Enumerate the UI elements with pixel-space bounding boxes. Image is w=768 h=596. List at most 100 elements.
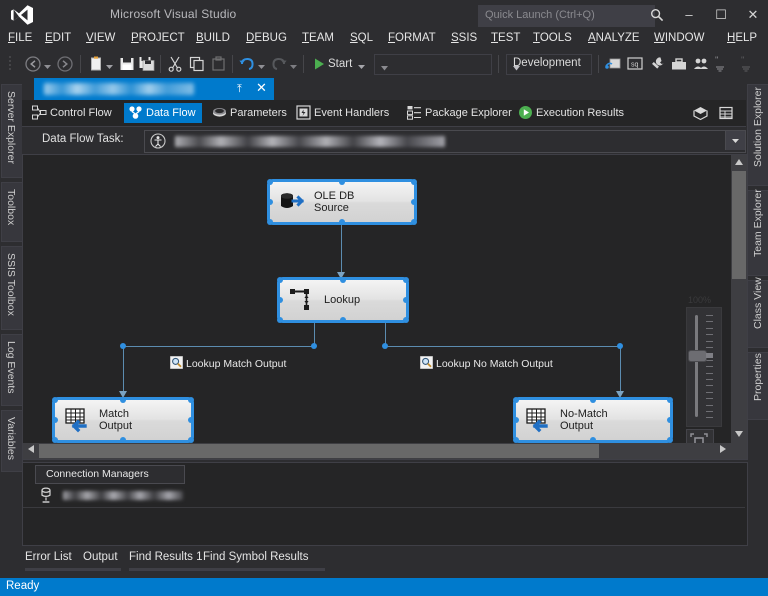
zoom-slider-thumb[interactable]: [689, 351, 706, 361]
menu-project[interactable]: PROJECT: [131, 32, 185, 44]
paste-icon[interactable]: [210, 55, 228, 73]
selection-handle[interactable]: [411, 199, 417, 205]
edge-lookup-nomatch-v2[interactable]: [620, 346, 621, 395]
start-play-icon[interactable]: [310, 55, 328, 73]
selection-handle[interactable]: [277, 277, 283, 283]
edge-lookup-nomatch-v1[interactable]: [385, 319, 386, 346]
save-all-icon[interactable]: [138, 55, 156, 73]
scroll-up-icon[interactable]: [731, 155, 747, 171]
dock-tab-toolbox[interactable]: Toolbox: [1, 182, 23, 242]
selection-handle[interactable]: [120, 397, 126, 403]
bottom-tab-output[interactable]: Output: [83, 551, 118, 563]
menu-ssis[interactable]: SSIS: [451, 32, 477, 44]
edge-handle-nomatch-start[interactable]: [382, 343, 388, 349]
bottom-tab-find-results-1[interactable]: Find Results 1: [129, 551, 203, 563]
canvas-node-match-output[interactable]: Match Output: [52, 397, 194, 443]
menu-view[interactable]: VIEW: [86, 32, 115, 44]
navigate-back-dropdown-icon[interactable]: [44, 61, 51, 69]
minimize-button[interactable]: –: [676, 6, 702, 24]
close-button[interactable]: ✕: [740, 6, 766, 24]
dock-tab-solution-explorer[interactable]: Solution Explorer: [747, 84, 768, 186]
menu-edit[interactable]: EDIT: [45, 32, 71, 44]
selection-handle[interactable]: [267, 219, 273, 225]
selection-handle[interactable]: [340, 317, 346, 323]
tab-package-explorer[interactable]: Package Explorer: [403, 103, 518, 123]
save-icon[interactable]: [118, 55, 136, 73]
redo-dropdown-icon[interactable]: [290, 61, 297, 69]
team-members-icon[interactable]: [692, 55, 710, 73]
options-wrench-icon[interactable]: [648, 55, 666, 73]
close-tab-icon[interactable]: ✕: [256, 81, 267, 95]
redo-icon[interactable]: [270, 55, 288, 73]
package-parameters-icon[interactable]: [692, 105, 709, 122]
tab-control-flow[interactable]: Control Flow: [28, 103, 118, 123]
edge-lookup-nomatch-h[interactable]: [385, 346, 620, 347]
tab-data-flow[interactable]: Data Flow: [124, 103, 202, 123]
menu-team[interactable]: TEAM: [302, 32, 334, 44]
edge-lookup-match-h[interactable]: [123, 346, 315, 347]
selection-handle[interactable]: [667, 417, 673, 423]
selection-handle[interactable]: [277, 317, 283, 323]
selection-handle[interactable]: [340, 277, 346, 283]
maximize-button[interactable]: ☐: [708, 6, 734, 24]
dock-tab-variables[interactable]: Variables: [1, 410, 23, 472]
zoom-track[interactable]: [686, 307, 722, 427]
chevron-down-icon[interactable]: [725, 131, 745, 150]
bottom-tab-find-symbol-results[interactable]: Find Symbol Results: [203, 551, 308, 563]
menu-sql[interactable]: SQL: [350, 32, 373, 44]
data-flow-designer-canvas[interactable]: Lookup Match Output Lookup No Match Outpu…: [22, 154, 748, 460]
toolbar-options-icon[interactable]: '': [740, 55, 758, 73]
navigate-forward-icon[interactable]: [56, 55, 74, 73]
navigate-back-icon[interactable]: [24, 55, 42, 73]
dock-tab-log-events[interactable]: Log Events: [1, 334, 23, 406]
selection-handle[interactable]: [403, 317, 409, 323]
dock-tab-properties[interactable]: Properties: [747, 352, 768, 420]
tab-event-handlers[interactable]: Event Handlers: [292, 103, 395, 123]
selection-handle[interactable]: [513, 397, 519, 403]
undo-dropdown-icon[interactable]: [258, 61, 265, 69]
edge-handle-match-end[interactable]: [120, 343, 126, 349]
edge-lookup-match-v1[interactable]: [314, 319, 315, 346]
menu-file[interactable]: FILE: [8, 32, 32, 44]
start-button[interactable]: Start: [328, 54, 352, 74]
connection-manager-row[interactable]: [23, 483, 745, 507]
undo-icon[interactable]: [238, 55, 256, 73]
search-icon[interactable]: [650, 8, 664, 22]
selection-handle[interactable]: [277, 297, 283, 303]
selection-handle[interactable]: [411, 179, 417, 185]
selection-handle[interactable]: [339, 219, 345, 225]
menu-analyze[interactable]: ANALYZE: [588, 32, 640, 44]
scroll-right-icon[interactable]: [715, 443, 731, 459]
start-dropdown-icon[interactable]: [358, 61, 365, 69]
menu-tools[interactable]: TOOLS: [533, 32, 572, 44]
menu-debug[interactable]: DEBUG: [246, 32, 287, 44]
selection-handle[interactable]: [667, 397, 673, 403]
canvas-node-lookup[interactable]: Lookup: [277, 277, 409, 323]
new-item-icon[interactable]: [88, 55, 106, 73]
canvas-node-nomatch-output[interactable]: No-Match Output: [513, 397, 673, 443]
selection-handle[interactable]: [267, 199, 273, 205]
selection-handle[interactable]: [339, 179, 345, 185]
canvas-node-ole-db-source[interactable]: OLE DB Source: [267, 179, 417, 225]
canvas-surface[interactable]: Lookup Match Output Lookup No Match Outpu…: [23, 155, 731, 457]
selection-handle[interactable]: [411, 219, 417, 225]
new-item-dropdown-icon[interactable]: [106, 61, 113, 69]
variables-window-icon[interactable]: [718, 105, 735, 122]
data-flow-task-combo[interactable]: [144, 130, 746, 153]
connection-managers-tab[interactable]: Connection Managers: [35, 465, 185, 484]
attach-to-process-icon[interactable]: [604, 55, 622, 73]
copy-icon[interactable]: [188, 55, 206, 73]
menu-build[interactable]: BUILD: [196, 32, 230, 44]
toolbar-overflow-icon[interactable]: '': [714, 55, 732, 73]
edge-lookup-match-v2[interactable]: [123, 346, 124, 395]
canvas-horizontal-scrollbar[interactable]: [23, 443, 731, 459]
selection-handle[interactable]: [590, 397, 596, 403]
scroll-down-icon[interactable]: [731, 427, 747, 443]
quick-launch-input[interactable]: Quick Launch (Ctrl+Q): [478, 5, 655, 27]
scroll-left-icon[interactable]: [23, 443, 39, 459]
selection-handle[interactable]: [513, 417, 519, 423]
menu-test[interactable]: TEST: [491, 32, 520, 44]
selection-handle[interactable]: [403, 277, 409, 283]
bottom-tab-error-list[interactable]: Error List: [25, 551, 72, 563]
tab-parameters[interactable]: Parameters: [208, 103, 293, 123]
